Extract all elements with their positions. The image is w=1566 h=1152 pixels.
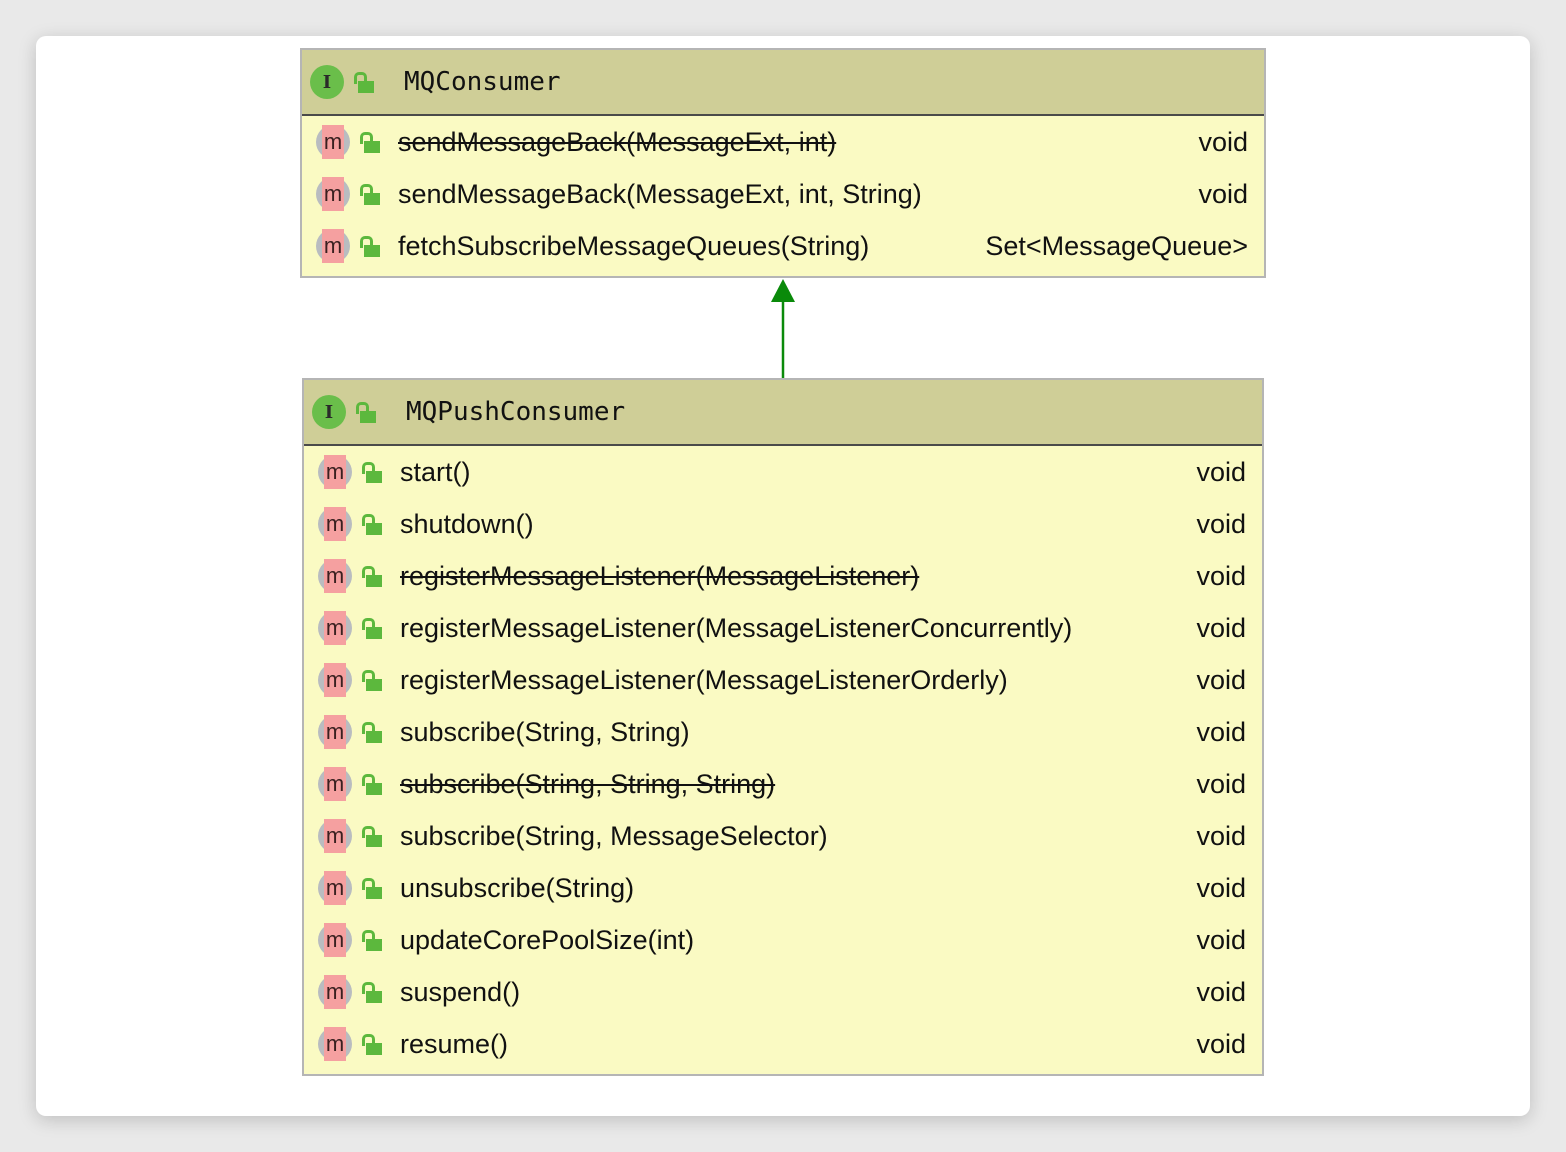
method-signature: registerMessageListener(MessageListenerC… bbox=[400, 612, 1073, 643]
public-lock-icon bbox=[362, 461, 384, 483]
public-lock-icon bbox=[362, 825, 384, 847]
public-lock-icon bbox=[362, 1033, 384, 1055]
method-list: m start() void m shutdown() void m registerMess… bbox=[304, 446, 1262, 1070]
method-row[interactable]: m registerMessageListener(MessageListener… bbox=[304, 654, 1262, 706]
method-icon: m bbox=[318, 923, 352, 957]
method-icon: m bbox=[318, 819, 352, 853]
method-return-type: void bbox=[1196, 768, 1246, 799]
public-lock-icon bbox=[362, 877, 384, 899]
method-return-type: void bbox=[1196, 612, 1246, 643]
method-signature: suspend() bbox=[400, 976, 521, 1007]
method-return-type: void bbox=[1196, 924, 1246, 955]
method-icon: m bbox=[318, 663, 352, 697]
method-row[interactable]: m start() void bbox=[304, 446, 1262, 498]
public-lock-icon bbox=[362, 669, 384, 691]
public-lock-icon bbox=[362, 773, 384, 795]
method-return-type: void bbox=[1196, 1028, 1246, 1059]
method-return-type: void bbox=[1196, 508, 1246, 539]
method-icon-letter: m bbox=[324, 559, 346, 593]
method-icon: m bbox=[318, 1027, 352, 1061]
public-lock-icon bbox=[362, 617, 384, 639]
public-lock-icon bbox=[362, 981, 384, 1003]
method-icon-letter: m bbox=[324, 663, 346, 697]
method-icon: m bbox=[318, 715, 352, 749]
method-row[interactable]: m registerMessageListener(MessageListener… bbox=[304, 550, 1262, 602]
public-lock-icon bbox=[362, 565, 384, 587]
interface-icon-letter: I bbox=[324, 401, 334, 423]
arrow-head-icon bbox=[771, 279, 795, 302]
method-signature: updateCorePoolSize(int) bbox=[400, 924, 695, 955]
method-icon: m bbox=[318, 559, 352, 593]
public-lock-icon bbox=[362, 929, 384, 951]
method-icon-letter: m bbox=[324, 871, 346, 905]
method-icon-letter: m bbox=[324, 715, 346, 749]
method-row[interactable]: m subscribe(String, String) void bbox=[304, 706, 1262, 758]
method-row[interactable]: m unsubscribe(String) void bbox=[304, 862, 1262, 914]
method-row[interactable]: m registerMessageListener(MessageListener… bbox=[304, 602, 1262, 654]
method-return-type: void bbox=[1196, 560, 1246, 591]
class-header: I MQPushConsumer bbox=[304, 380, 1262, 446]
method-return-type: void bbox=[1196, 456, 1246, 487]
class-box-mqpushconsumer[interactable]: I MQPushConsumer m start() void m shutdown()… bbox=[302, 378, 1264, 1076]
method-return-type: void bbox=[1196, 664, 1246, 695]
method-return-type: void bbox=[1196, 872, 1246, 903]
method-signature: subscribe(String, MessageSelector) bbox=[400, 820, 828, 851]
method-row[interactable]: m updateCorePoolSize(int) void bbox=[304, 914, 1262, 966]
method-signature: registerMessageListener(MessageListenerO… bbox=[400, 664, 1008, 695]
method-icon-letter: m bbox=[324, 819, 346, 853]
method-icon-letter: m bbox=[324, 975, 346, 1009]
method-row[interactable]: m shutdown() void bbox=[304, 498, 1262, 550]
method-icon: m bbox=[318, 767, 352, 801]
method-row[interactable]: m resume() void bbox=[304, 1018, 1262, 1070]
method-return-type: void bbox=[1196, 716, 1246, 747]
method-icon-letter: m bbox=[324, 767, 346, 801]
method-icon-letter: m bbox=[324, 455, 346, 489]
method-icon-letter: m bbox=[324, 1027, 346, 1061]
method-signature: subscribe(String, String) bbox=[400, 716, 690, 747]
public-lock-icon bbox=[362, 513, 384, 535]
method-signature: resume() bbox=[400, 1028, 509, 1059]
interface-icon: I bbox=[312, 395, 346, 429]
method-signature: shutdown() bbox=[400, 508, 534, 539]
method-signature: registerMessageListener(MessageListener) bbox=[400, 560, 920, 591]
class-title: MQPushConsumer bbox=[406, 397, 626, 427]
method-icon: m bbox=[318, 871, 352, 905]
public-lock-icon bbox=[356, 401, 378, 423]
method-icon-letter: m bbox=[324, 611, 346, 645]
method-icon-letter: m bbox=[324, 923, 346, 957]
method-icon-letter: m bbox=[324, 507, 346, 541]
method-row[interactable]: m subscribe(String, MessageSelector) void bbox=[304, 810, 1262, 862]
method-signature: start() bbox=[400, 456, 471, 487]
method-row[interactable]: m suspend() void bbox=[304, 966, 1262, 1018]
method-row[interactable]: m subscribe(String, String, String) void bbox=[304, 758, 1262, 810]
method-icon: m bbox=[318, 611, 352, 645]
method-icon: m bbox=[318, 975, 352, 1009]
method-return-type: void bbox=[1196, 976, 1246, 1007]
public-lock-icon bbox=[362, 721, 384, 743]
method-return-type: void bbox=[1196, 820, 1246, 851]
method-icon: m bbox=[318, 507, 352, 541]
method-signature: subscribe(String, String, String) bbox=[400, 768, 776, 799]
method-icon: m bbox=[318, 455, 352, 489]
method-signature: unsubscribe(String) bbox=[400, 872, 635, 903]
